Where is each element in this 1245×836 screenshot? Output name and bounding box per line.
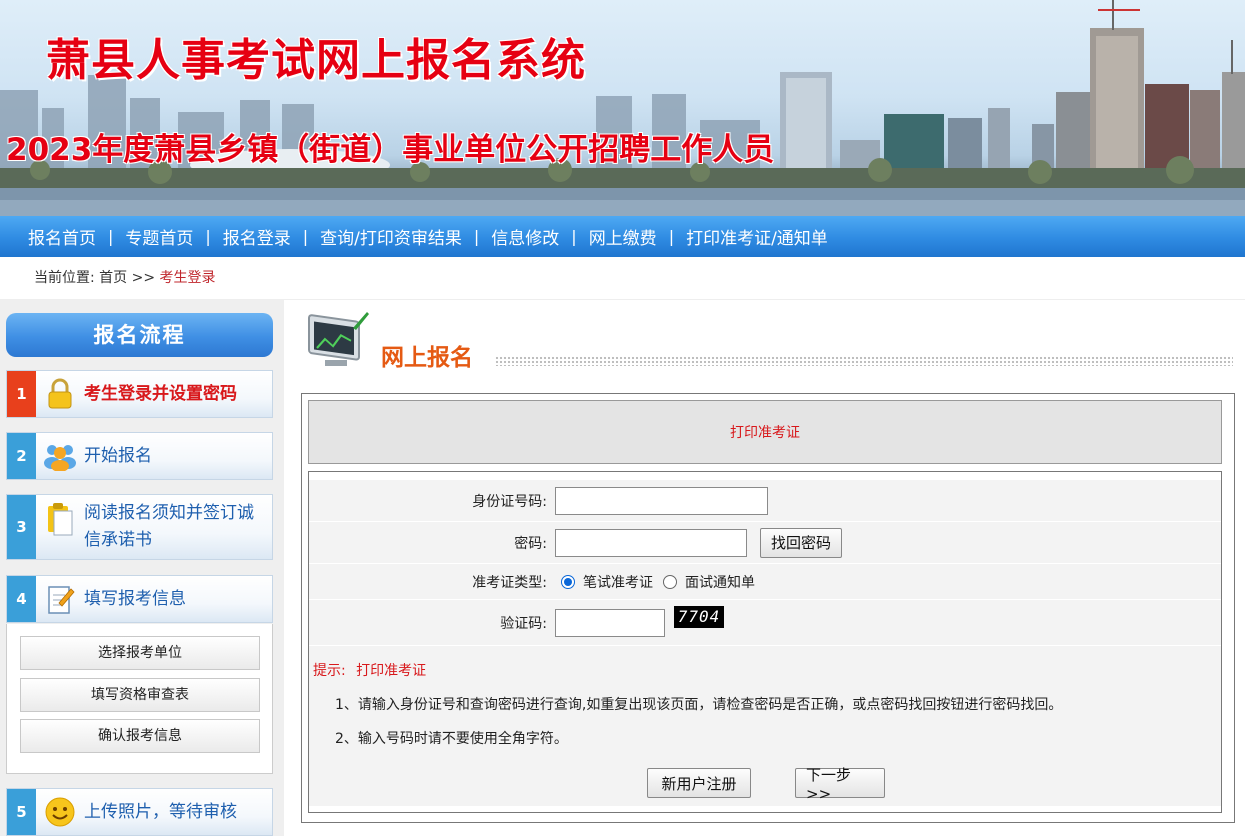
hint-title: 打印准考证	[356, 663, 427, 679]
nav-separator: |	[668, 227, 675, 246]
nav-separator: |	[302, 227, 309, 246]
step-label: 上传照片，等待审核	[84, 801, 237, 822]
step-4-substeps: 选择报考单位 填写资格审查表 确认报考信息	[6, 624, 273, 774]
step-label: 填写报考信息	[84, 588, 186, 609]
step-number: 1	[7, 371, 36, 417]
step-3[interactable]: 3 阅读报名须知并签订诚信承诺书	[6, 494, 273, 560]
breadcrumb-arrow: >>	[131, 270, 156, 286]
step-label: 开始报名	[84, 445, 152, 466]
row-ticket-type: 准考证类型: 笔试准考证 面试通知单	[309, 564, 1221, 600]
nav-separator: |	[571, 227, 577, 246]
form-panel: 打印准考证 身份证号码: 密码: 找回密码 准考证类型: 笔试准考证 面试通知单	[301, 393, 1235, 823]
site-title: 萧县人事考试网上报名系统	[46, 35, 586, 86]
password-label: 密码:	[514, 535, 547, 552]
captcha-label: 验证码:	[500, 615, 547, 632]
step-label: 考生登录并设置密码	[84, 383, 237, 404]
main-nav: 报名首页 | 专题首页 | 报名登录 | 查询/打印资审结果 | 信息修改 | …	[0, 216, 1245, 257]
clipboard-icon	[42, 501, 78, 537]
nav-topic-home[interactable]: 专题首页	[125, 224, 193, 249]
hint-prefix: 提示:	[313, 663, 346, 679]
step-4[interactable]: 4 填写报考信息	[6, 575, 273, 623]
process-title: 报名流程	[6, 313, 273, 357]
step-label: 阅读报名须知并签订诚信承诺书	[84, 503, 254, 550]
row-id-number: 身份证号码:	[309, 480, 1221, 522]
step-5[interactable]: 5 上传照片，等待审核	[6, 788, 273, 836]
breadcrumb: 当前位置: 首页 >> 考生登录	[0, 257, 1245, 300]
id-number-label: 身份证号码:	[472, 493, 547, 510]
substep-confirm-info[interactable]: 确认报考信息	[20, 719, 260, 753]
nav-home[interactable]: 报名首页	[28, 224, 96, 249]
nav-login[interactable]: 报名登录	[223, 224, 291, 249]
find-password-button[interactable]: 找回密码	[760, 527, 843, 558]
nav-print-ticket[interactable]: 打印准考证/通知单	[686, 224, 828, 249]
nav-separator: |	[205, 227, 211, 246]
radio-written-ticket[interactable]	[561, 574, 575, 589]
hint-note-2: 2、输入号码时请不要使用全角字符。	[335, 731, 568, 747]
ticket-type-label: 准考证类型:	[472, 574, 547, 591]
register-button[interactable]: 新用户注册	[647, 768, 751, 798]
breadcrumb-current: 考生登录	[159, 270, 216, 286]
users-icon	[42, 438, 78, 474]
hint-heading: 提示: 打印准考证	[313, 660, 426, 680]
substep-select-unit[interactable]: 选择报考单位	[20, 636, 260, 670]
main-content: 网上报名 打印准考证 身份证号码: 密码: 找回密码 准考证类型: 笔试准考证 …	[285, 300, 1245, 836]
nav-separator: |	[473, 227, 480, 246]
substep-fill-review-form[interactable]: 填写资格审查表	[20, 678, 260, 712]
login-form: 身份证号码: 密码: 找回密码 准考证类型: 笔试准考证 面试通知单 验证码:	[308, 471, 1222, 813]
hint-area: 提示: 打印准考证 1、请输入身份证号和查询密码进行查询,如重复出现该页面，请检…	[309, 646, 1221, 762]
written-ticket-label: 笔试准考证	[583, 574, 653, 591]
section-title: 网上报名	[381, 345, 473, 371]
monitor-chart-icon	[303, 308, 373, 372]
breadcrumb-home[interactable]: 首页	[99, 270, 127, 286]
password-input[interactable]	[555, 528, 747, 557]
next-button[interactable]: 下一步>>	[795, 766, 885, 803]
nav-edit-info[interactable]: 信息修改	[491, 224, 559, 249]
button-row: 新用户注册 下一步>>	[309, 762, 1221, 806]
notepad-pencil-icon	[42, 581, 78, 617]
breadcrumb-prefix: 当前位置:	[34, 270, 95, 286]
process-sidebar: 报名流程 1 考生登录并设置密码 2 开始报名 3 阅读报名须知并签订诚信承诺书…	[0, 300, 284, 836]
id-number-input[interactable]	[555, 486, 768, 515]
captcha-input[interactable]	[555, 608, 665, 637]
lock-icon	[42, 376, 78, 412]
row-password: 密码: 找回密码	[309, 522, 1221, 564]
nav-review-results[interactable]: 查询/打印资审结果	[320, 224, 462, 249]
step-number: 3	[7, 495, 36, 559]
hint-note-1: 1、请输入身份证号和查询密码进行查询,如重复出现该页面，请检查密码是否正确，或点…	[335, 697, 1063, 713]
nav-payment[interactable]: 网上缴费	[589, 224, 657, 249]
step-2[interactable]: 2 开始报名	[6, 432, 273, 480]
captcha-image[interactable]: 7704	[674, 606, 724, 628]
step-1[interactable]: 1 考生登录并设置密码	[6, 370, 273, 418]
row-captcha: 验证码: 7704	[309, 600, 1221, 646]
step-number: 2	[7, 433, 36, 479]
form-title: 打印准考证	[308, 400, 1222, 464]
exam-subtitle: 2023年度萧县乡镇（街道）事业单位公开招聘工作人员	[6, 132, 775, 168]
interview-notice-label: 面试通知单	[685, 574, 755, 591]
step-number: 5	[7, 789, 36, 835]
title-dotted-rule	[495, 356, 1233, 366]
radio-interview-notice[interactable]	[663, 574, 677, 589]
header-banner: 萧县人事考试网上报名系统 2023年度萧县乡镇（街道）事业单位公开招聘工作人员	[0, 0, 1245, 216]
smiley-icon	[42, 794, 78, 830]
nav-separator: |	[108, 227, 114, 246]
step-number: 4	[7, 576, 36, 622]
